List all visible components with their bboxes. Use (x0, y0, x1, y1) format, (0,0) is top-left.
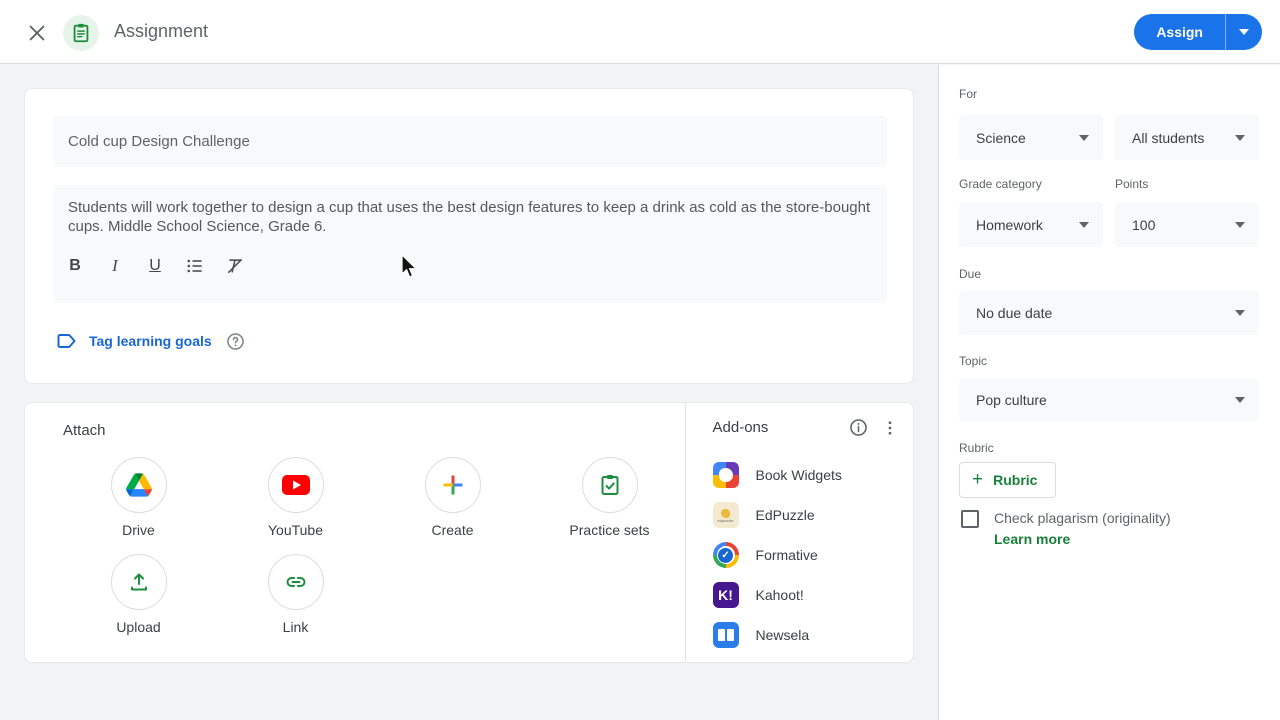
addon-book-widgets[interactable]: Book Widgets (712, 455, 905, 495)
settings-sidebar: For Science All students Grade category … (938, 65, 1280, 720)
kahoot-icon: K! (712, 582, 739, 608)
book-widgets-icon (712, 462, 739, 488)
due-date-value: No due date (976, 305, 1053, 321)
class-select-value: Science (976, 129, 1026, 146)
addon-kahoot[interactable]: K! Kahoot! (712, 575, 905, 615)
attach-upload-button[interactable]: Upload (60, 554, 217, 635)
addon-formative[interactable]: ✓ Formative (712, 535, 905, 575)
attach-create-button[interactable]: Create (374, 457, 531, 538)
addon-label: EdPuzzle (755, 507, 815, 523)
addons-list: Book Widgets edpuzzle EdPuzzle ✓ Formati… (712, 455, 905, 655)
assignment-editor: { "header": { "title": "Assignment", "as… (0, 0, 1280, 720)
info-icon[interactable] (849, 418, 868, 437)
plus-icon: + (972, 469, 984, 490)
tag-learning-goals[interactable]: Tag learning goals (55, 329, 245, 353)
attach-option-label: YouTube (267, 522, 323, 538)
attach-option-label: Practice sets (569, 522, 650, 538)
addon-label: Newsela (755, 627, 810, 643)
assignment-form-card: Cold cup Design Challenge Students will … (24, 88, 914, 384)
top-bar: Assignment Assign (0, 0, 1280, 64)
attach-section: Attach Drive YouTube Create Practice set… (25, 403, 685, 662)
plagiarism-label: Check plagarism (originality) (994, 510, 1171, 526)
youtube-icon (267, 457, 324, 513)
topic-label: Topic (959, 354, 988, 368)
format-toolbar: B I U (65, 255, 245, 277)
learn-more-link[interactable]: Learn more (994, 531, 1070, 547)
rubric-label: Rubric (959, 441, 994, 455)
edpuzzle-icon: edpuzzle (712, 502, 739, 528)
attach-link-button[interactable]: Link (217, 554, 374, 635)
chevron-down-icon (1079, 221, 1089, 228)
drive-icon (110, 457, 167, 513)
students-select-value: All students (1132, 129, 1205, 146)
addons-section: Add-ons Book Widgets edpuzzle EdPuzzle ✓… (684, 403, 913, 662)
tag-learning-goals-label: Tag learning goals (89, 333, 212, 349)
addon-label: Book Widgets (755, 467, 842, 483)
for-label: For (959, 87, 977, 101)
topic-select[interactable]: Pop culture (959, 378, 1259, 422)
students-select[interactable]: All students (1115, 115, 1259, 160)
bulleted-list-button[interactable] (185, 255, 205, 277)
chevron-down-icon (1235, 134, 1245, 141)
clear-formatting-button[interactable] (225, 255, 245, 277)
attach-option-label: Drive (122, 522, 155, 538)
points-label: Points (1115, 177, 1149, 191)
tag-icon (57, 334, 76, 348)
bold-button[interactable]: B (65, 255, 85, 277)
create-plus-icon (424, 457, 481, 513)
class-select[interactable]: Science (959, 115, 1103, 160)
attach-practice-sets-button[interactable]: Practice sets (531, 457, 688, 538)
upload-icon (110, 554, 167, 610)
rubric-button-label: Rubric (993, 472, 1038, 488)
formative-icon: ✓ (712, 542, 739, 568)
attach-addons-card: Attach Drive YouTube Create Practice set… (24, 402, 914, 663)
attach-heading: Attach (63, 422, 106, 439)
chevron-down-icon (1235, 397, 1245, 403)
instructions-input[interactable]: Students will work together to design a … (53, 185, 887, 303)
addons-header: Add-ons (713, 418, 899, 437)
grade-category-label: Grade category (959, 177, 1042, 191)
newsela-icon (712, 622, 739, 648)
plagiarism-checkbox[interactable] (961, 510, 979, 528)
due-label: Due (959, 267, 982, 281)
chevron-down-icon (1239, 29, 1249, 35)
points-select[interactable]: 100 (1115, 202, 1259, 247)
addon-label: Formative (755, 547, 818, 563)
attach-option-label: Link (282, 619, 309, 635)
attach-youtube-button[interactable]: YouTube (217, 457, 374, 538)
attach-drive-button[interactable]: Drive (60, 457, 217, 538)
underline-button[interactable]: U (145, 255, 165, 277)
chevron-down-icon (1079, 134, 1089, 141)
help-icon[interactable] (226, 332, 245, 351)
page-title: Assignment (114, 21, 209, 41)
addon-edpuzzle[interactable]: edpuzzle EdPuzzle (712, 495, 905, 535)
close-icon[interactable] (26, 22, 48, 44)
assign-button[interactable]: Assign (1134, 14, 1225, 50)
assign-dropdown-button[interactable] (1225, 14, 1262, 50)
attach-option-label: Create (431, 522, 474, 538)
assignment-clipboard-icon (63, 15, 99, 51)
practice-sets-icon (581, 457, 638, 513)
grade-category-value: Homework (976, 216, 1043, 233)
main-content: Cold cup Design Challenge Students will … (0, 65, 938, 720)
more-options-icon[interactable] (881, 419, 899, 437)
chevron-down-icon (1235, 310, 1245, 316)
due-date-select[interactable]: No due date (959, 291, 1259, 335)
addon-newsela[interactable]: Newsela (712, 615, 905, 655)
italic-button[interactable]: I (105, 255, 125, 277)
addons-heading: Add-ons (712, 419, 769, 436)
assign-split-button: Assign (1134, 14, 1262, 50)
title-input[interactable]: Cold cup Design Challenge (53, 116, 887, 167)
chevron-down-icon (1235, 221, 1245, 228)
link-icon (267, 554, 324, 610)
topic-value: Pop culture (976, 392, 1047, 408)
addon-label: Kahoot! (755, 587, 804, 603)
grade-category-select[interactable]: Homework (959, 202, 1103, 247)
add-rubric-button[interactable]: + Rubric (959, 462, 1057, 498)
points-value: 100 (1132, 216, 1156, 233)
attach-option-label: Upload (116, 619, 161, 635)
plagiarism-row: Check plagarism (originality) (961, 510, 1171, 528)
